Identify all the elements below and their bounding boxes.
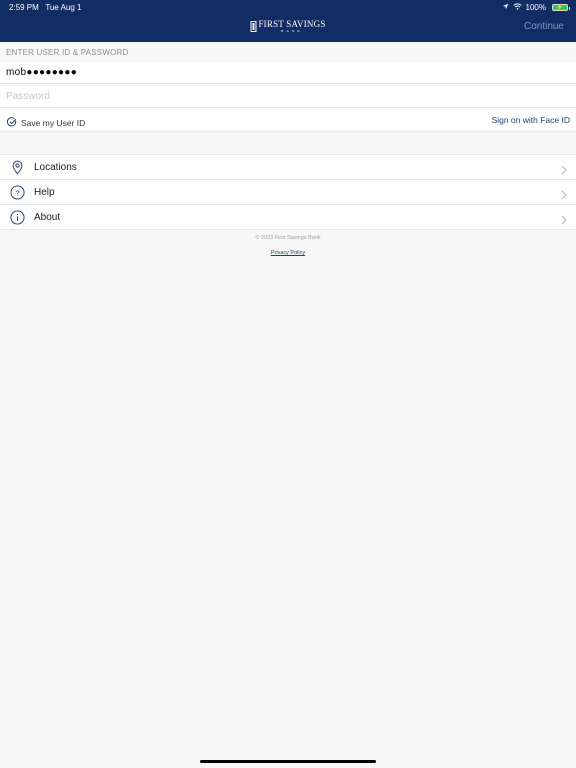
continue-button[interactable]: Continue <box>524 21 564 32</box>
user-id-value: mob●●●●●●●● <box>6 67 78 78</box>
save-user-id-label: Save my User ID <box>21 118 86 128</box>
chevron-right-icon <box>561 162 567 175</box>
copyright-text: © 2023 First Savings Bank <box>255 235 321 241</box>
svg-text:?: ? <box>15 188 19 197</box>
help-icon: ? <box>10 185 25 200</box>
info-icon <box>10 210 25 225</box>
menu-label-about: About <box>34 212 61 223</box>
location-arrow-icon <box>502 3 509 12</box>
battery-percent: 100% <box>525 3 546 12</box>
status-date-value: Tue Aug 1 <box>45 3 82 12</box>
menu-item-about[interactable]: About <box>0 205 576 230</box>
footer: © 2023 First Savings Bank Privacy Policy <box>0 235 576 259</box>
app-header: 2:59 PM Tue Aug 1 100% ⚡ FIRST SAVINGS B… <box>0 0 576 42</box>
logo-name: FIRST SAVINGS <box>258 19 326 29</box>
status-time-value: 2:59 PM <box>9 3 39 12</box>
menu-item-locations[interactable]: Locations <box>0 155 576 180</box>
wifi-icon <box>512 3 522 12</box>
battery-icon: ⚡ <box>552 4 570 11</box>
home-indicator[interactable] <box>200 760 376 763</box>
chevron-right-icon <box>561 212 567 225</box>
password-placeholder: Password <box>6 91 50 102</box>
logo-mark-icon <box>250 21 257 33</box>
menu-label-help: Help <box>34 187 55 198</box>
privacy-policy-link[interactable]: Privacy Policy <box>271 250 305 256</box>
status-time: 2:59 PM Tue Aug 1 <box>9 3 82 12</box>
status-indicators: 100% ⚡ <box>502 3 570 12</box>
logo-sub: BANK <box>281 29 303 33</box>
password-field[interactable]: Password <box>0 86 576 108</box>
checkmark-circle-icon <box>6 114 17 132</box>
save-user-id-row: Save my User ID Sign on with Face ID <box>0 108 576 132</box>
bank-logo: FIRST SAVINGS BANK <box>250 20 325 34</box>
chevron-right-icon <box>561 187 567 200</box>
face-id-sign-on-link[interactable]: Sign on with Face ID <box>492 115 570 125</box>
save-user-id-toggle[interactable]: Save my User ID <box>6 114 86 132</box>
menu-label-locations: Locations <box>34 162 77 173</box>
user-id-field[interactable]: mob●●●●●●●● <box>0 62 576 84</box>
menu-list: Locations ? Help About <box>0 154 576 230</box>
location-pin-icon <box>10 160 25 175</box>
login-section-label: ENTER USER ID & PASSWORD <box>6 48 129 57</box>
menu-item-help[interactable]: ? Help <box>0 180 576 205</box>
